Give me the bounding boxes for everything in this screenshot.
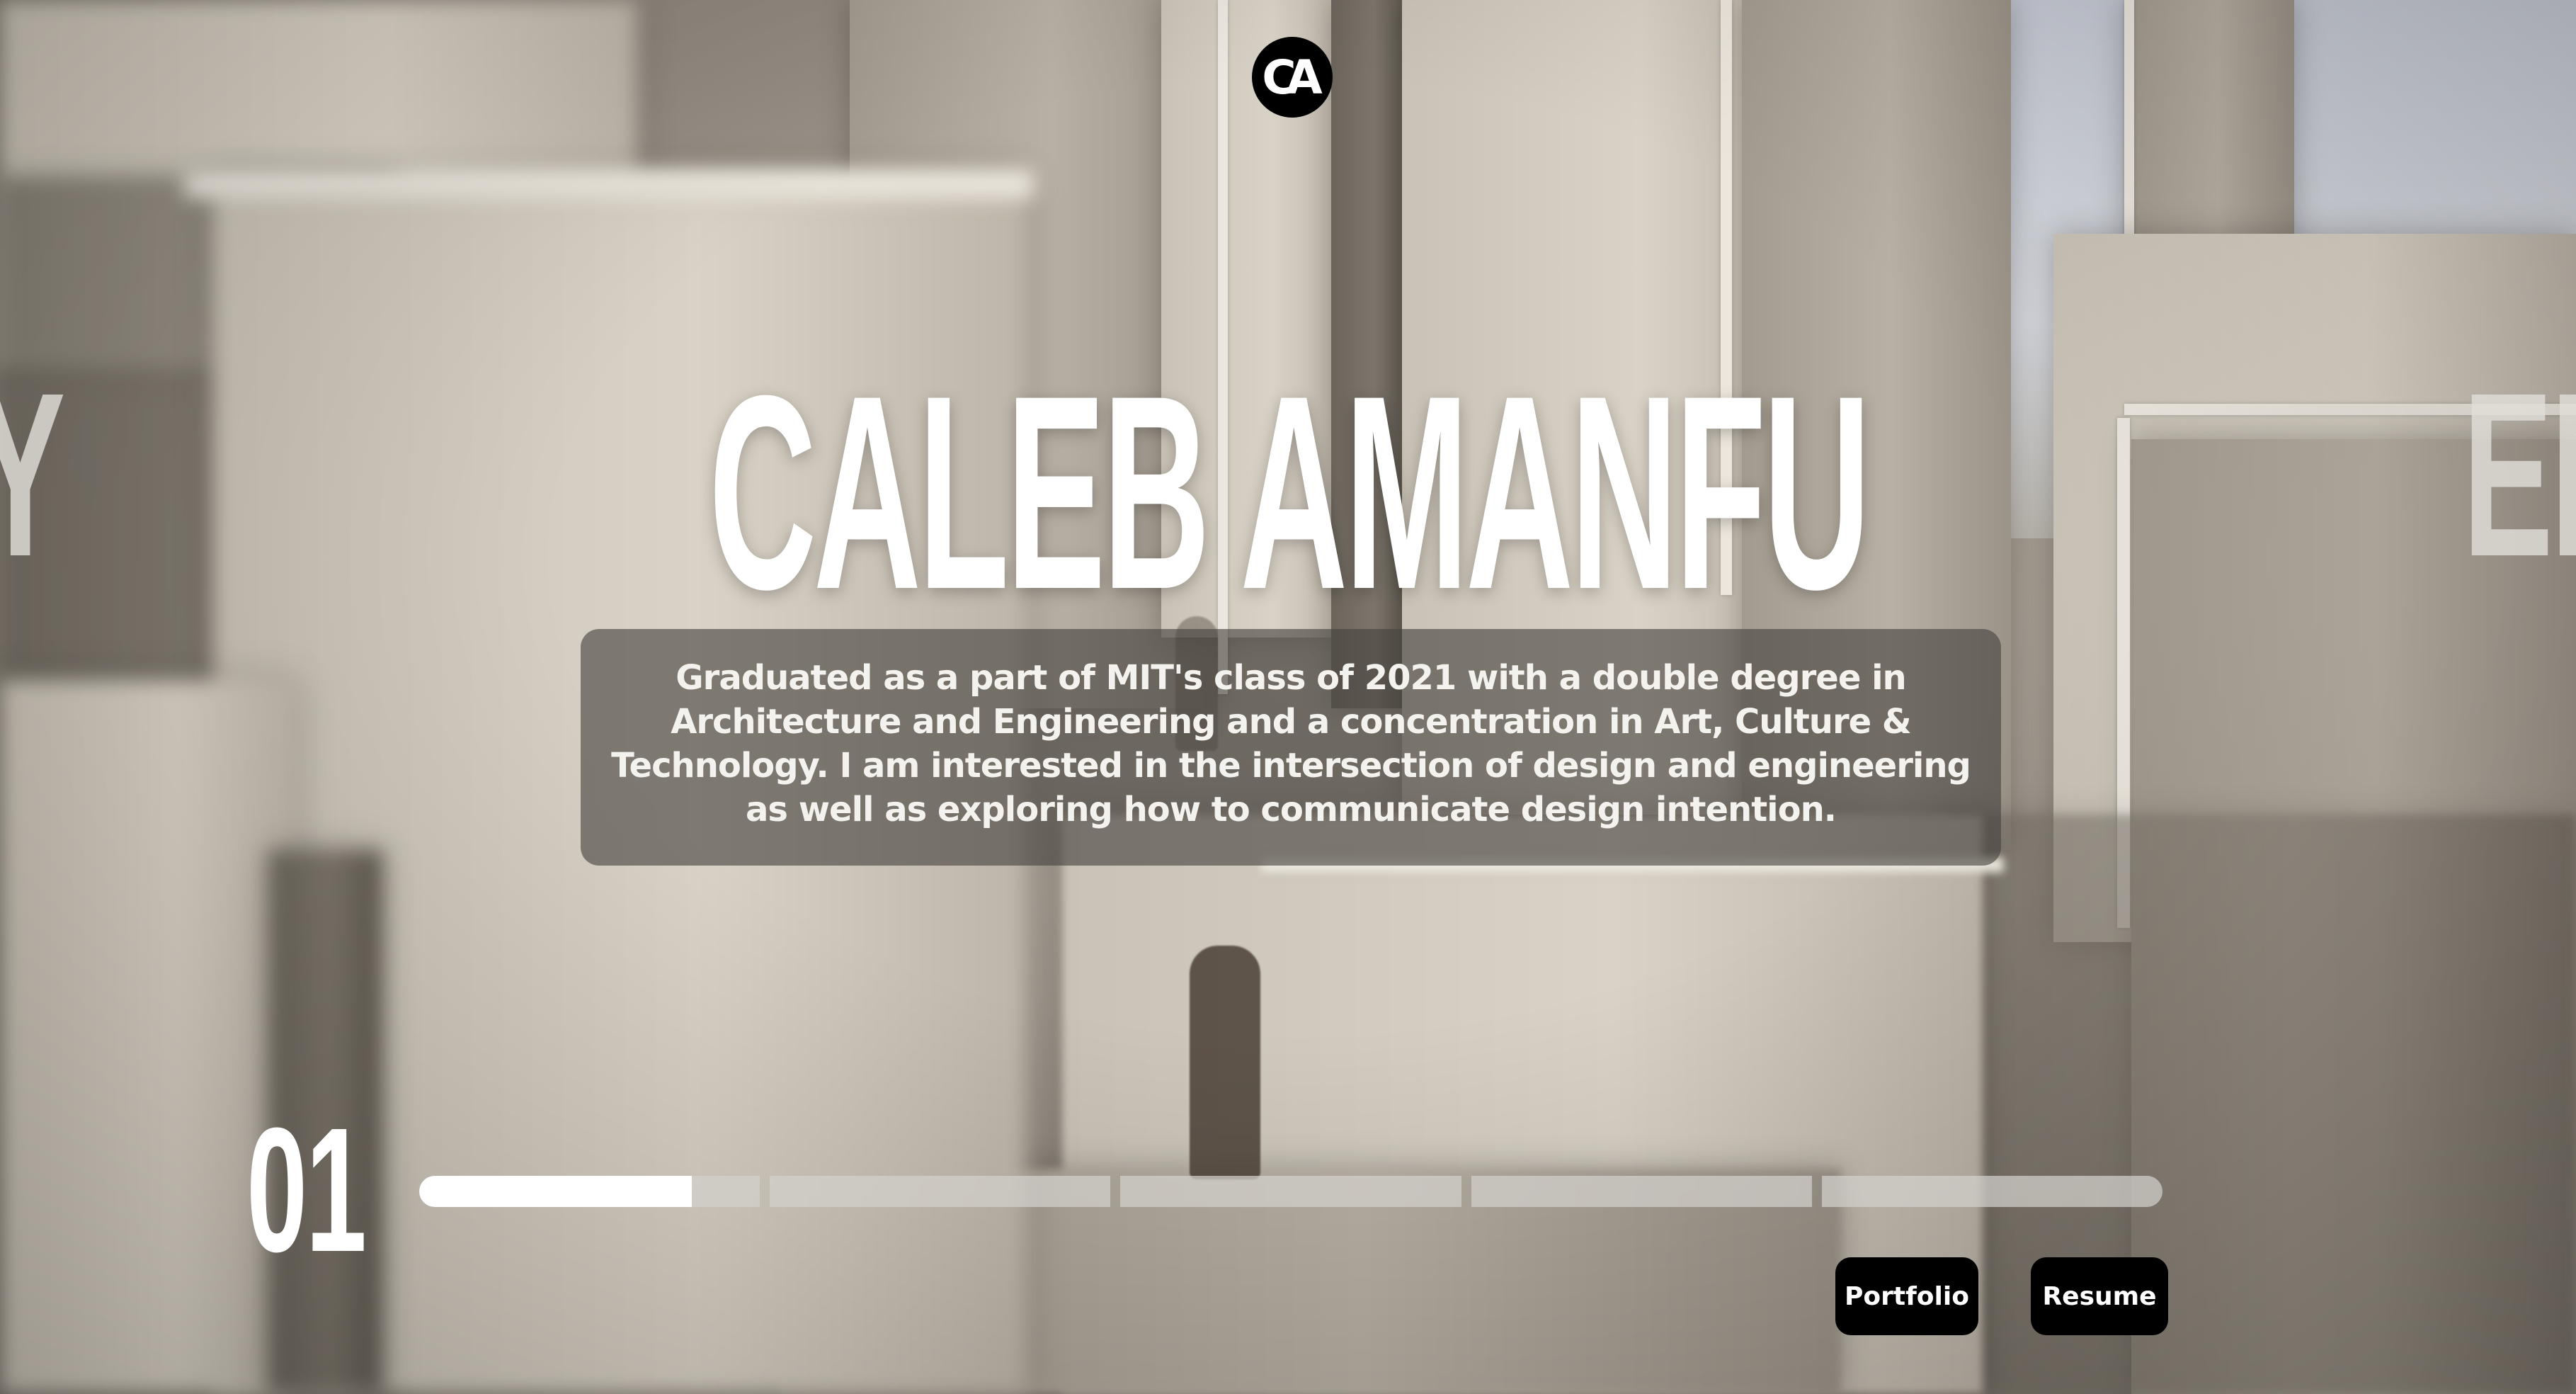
bio-text: Graduated as a part of MIT's class of 20… xyxy=(611,658,1971,829)
bio-text-box: Graduated as a part of MIT's class of 20… xyxy=(581,629,2001,866)
resume-button[interactable]: Resume xyxy=(2031,1257,2168,1335)
progress-segment-2[interactable] xyxy=(770,1176,1111,1207)
marquee-word-right: EN xyxy=(2463,344,2576,605)
progress-segment-1[interactable] xyxy=(419,1176,760,1207)
progress-segment-3[interactable] xyxy=(1120,1176,1461,1207)
slideshow-progress-bar[interactable] xyxy=(419,1176,2163,1207)
portfolio-button[interactable]: Portfolio xyxy=(1835,1257,1978,1335)
slide-number: 01 xyxy=(246,1091,367,1288)
hero-name: CALEB AMANFU xyxy=(708,338,1871,647)
progress-fill xyxy=(419,1176,692,1207)
progress-segment-4[interactable] xyxy=(1471,1176,1812,1207)
ca-monogram-logo[interactable]: CA xyxy=(1252,37,1333,118)
marquee-word-left: HY xyxy=(0,358,65,591)
progress-segment-5[interactable] xyxy=(1821,1176,2163,1207)
hero-page: CA HY EN CALEB AMANFU Graduated as a par… xyxy=(0,0,2576,1394)
